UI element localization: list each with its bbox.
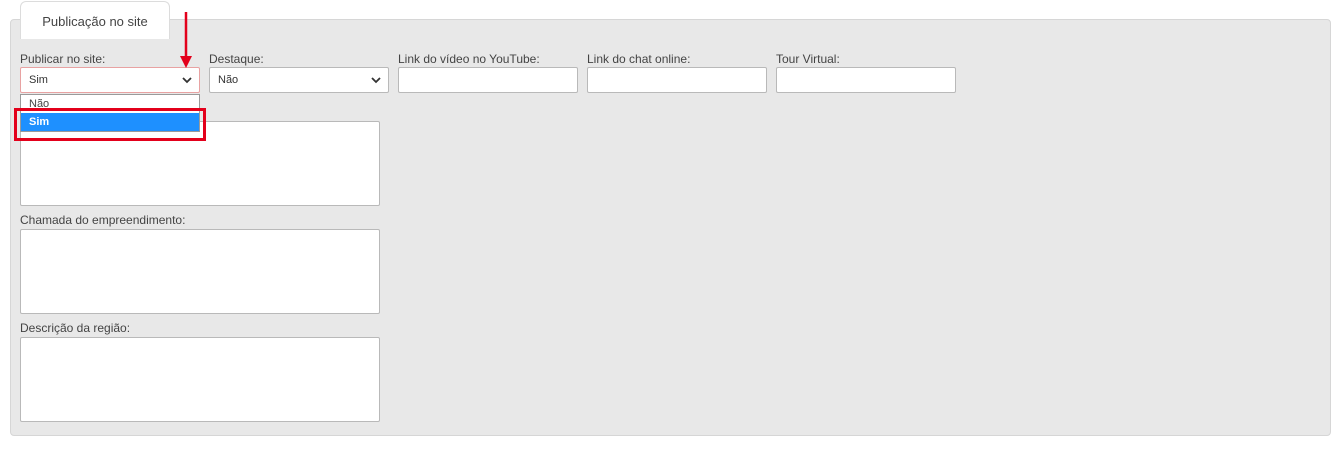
annotation-highlight-box bbox=[14, 108, 206, 141]
chevron-down-icon bbox=[182, 77, 192, 84]
chamada-label: Chamada do empreendimento: bbox=[20, 213, 186, 227]
tab-publicacao-no-site[interactable]: Publicação no site bbox=[20, 1, 170, 39]
chevron-down-icon bbox=[371, 77, 381, 84]
youtube-label: Link do vídeo no YouTube: bbox=[398, 52, 540, 66]
tour-label: Tour Virtual: bbox=[776, 52, 840, 66]
chat-input[interactable] bbox=[587, 67, 767, 93]
publicar-label: Publicar no site: bbox=[20, 52, 106, 66]
arrow-down-icon bbox=[180, 12, 192, 68]
publicar-select-value: Sim bbox=[29, 74, 48, 86]
destaque-select[interactable]: Não bbox=[209, 67, 389, 93]
tour-input[interactable] bbox=[776, 67, 956, 93]
destaque-label: Destaque: bbox=[209, 52, 264, 66]
regiao-label: Descrição da região: bbox=[20, 321, 131, 335]
chamada-textarea[interactable] bbox=[20, 229, 380, 314]
regiao-textarea[interactable] bbox=[20, 337, 380, 422]
publicar-select[interactable]: Sim bbox=[20, 67, 200, 93]
chat-label: Link do chat online: bbox=[587, 52, 691, 66]
destaque-select-value: Não bbox=[218, 74, 239, 86]
youtube-input[interactable] bbox=[398, 67, 578, 93]
